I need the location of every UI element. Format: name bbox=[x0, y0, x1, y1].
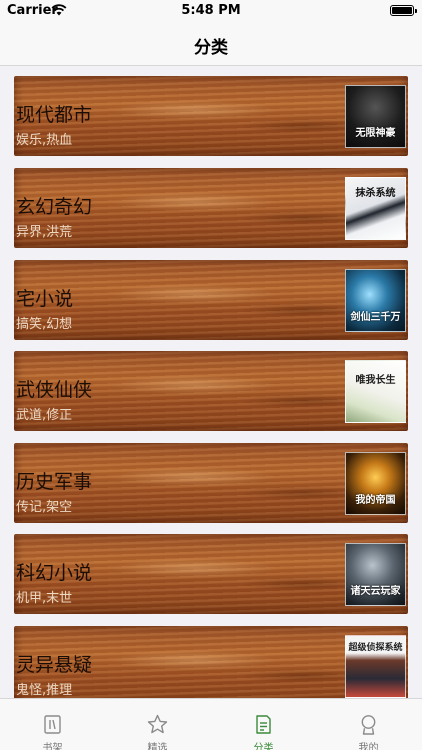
profile-icon bbox=[361, 715, 376, 735]
category-card[interactable]: 历史军事 传记,架空 我的帝国 bbox=[14, 443, 408, 523]
category-tags: 娱乐,热血 bbox=[16, 133, 73, 148]
star-icon bbox=[147, 714, 168, 734]
tab-profile[interactable]: 我的 bbox=[316, 699, 421, 750]
category-tags: 传记,架空 bbox=[16, 500, 73, 515]
category-card[interactable]: 科幻小说 机甲,末世 诸天云玩家 bbox=[14, 534, 408, 614]
battery-icon bbox=[390, 5, 417, 16]
tab-label: 我的 bbox=[358, 743, 379, 750]
status-bar: Carrier 5:48 PM bbox=[0, 0, 422, 22]
category-icon bbox=[256, 715, 271, 734]
category-name: 武侠仙侠 bbox=[16, 379, 93, 401]
book-cover: 我的帝国 bbox=[345, 452, 406, 515]
category-name: 科幻小说 bbox=[16, 562, 93, 584]
category-card[interactable]: 宅小说 搞笑,幻想 剑仙三千万 bbox=[14, 260, 408, 340]
tab-bookshelf[interactable]: 书架 bbox=[0, 699, 105, 750]
cover-title: 我的帝国 bbox=[355, 495, 396, 506]
cover-title: 诸天云玩家 bbox=[350, 586, 401, 597]
category-tags: 鬼怪,推理 bbox=[16, 683, 73, 698]
category-tags: 异界,洪荒 bbox=[16, 225, 73, 240]
cover-title: 无限神豪 bbox=[355, 128, 396, 139]
tab-label: 分类 bbox=[253, 743, 274, 750]
cover-title: 超级侦探系统 bbox=[348, 643, 403, 653]
tab-featured[interactable]: 精选 bbox=[105, 699, 210, 750]
page-title: 分类 bbox=[194, 38, 228, 58]
category-list[interactable]: 现代都市 娱乐,热血 无限神豪 玄幻奇幻 异界,洪荒 抹杀系统 宅小说 搞笑,幻… bbox=[0, 66, 422, 698]
category-name: 玄幻奇幻 bbox=[16, 196, 93, 218]
category-name: 历史军事 bbox=[16, 471, 93, 493]
status-time: 5:48 PM bbox=[181, 3, 241, 18]
category-card[interactable]: 灵异悬疑 鬼怪,推理 超级侦探系统 bbox=[14, 626, 408, 698]
book-cover: 唯我长生 bbox=[345, 360, 406, 423]
tab-bar: 书架 精选 分类 我的 bbox=[0, 698, 422, 750]
book-cover: 抹杀系统 bbox=[345, 177, 406, 240]
cover-title: 唯我长生 bbox=[355, 375, 396, 386]
book-cover: 超级侦探系统 bbox=[345, 635, 406, 698]
cover-title: 剑仙三千万 bbox=[350, 312, 401, 323]
tab-category[interactable]: 分类 bbox=[211, 699, 316, 750]
category-card[interactable]: 玄幻奇幻 异界,洪荒 抹杀系统 bbox=[14, 168, 408, 248]
category-tags: 搞笑,幻想 bbox=[16, 317, 73, 332]
category-card[interactable]: 现代都市 娱乐,热血 无限神豪 bbox=[14, 76, 408, 156]
book-cover: 无限神豪 bbox=[345, 85, 406, 148]
category-name: 现代都市 bbox=[16, 104, 93, 126]
category-tags: 机甲,末世 bbox=[16, 591, 73, 606]
category-card[interactable]: 武侠仙侠 武道,修正 唯我长生 bbox=[14, 351, 408, 431]
bookshelf-icon bbox=[44, 715, 61, 734]
category-name: 宅小说 bbox=[16, 288, 74, 310]
navigation-bar: 分类 bbox=[0, 22, 422, 66]
category-tags: 武道,修正 bbox=[16, 408, 73, 423]
tab-label: 书架 bbox=[42, 743, 63, 750]
cover-title: 抹杀系统 bbox=[355, 188, 396, 199]
book-cover: 诸天云玩家 bbox=[345, 543, 406, 606]
tab-label: 精选 bbox=[147, 743, 168, 750]
category-name: 灵异悬疑 bbox=[16, 654, 93, 676]
book-cover: 剑仙三千万 bbox=[345, 269, 406, 332]
